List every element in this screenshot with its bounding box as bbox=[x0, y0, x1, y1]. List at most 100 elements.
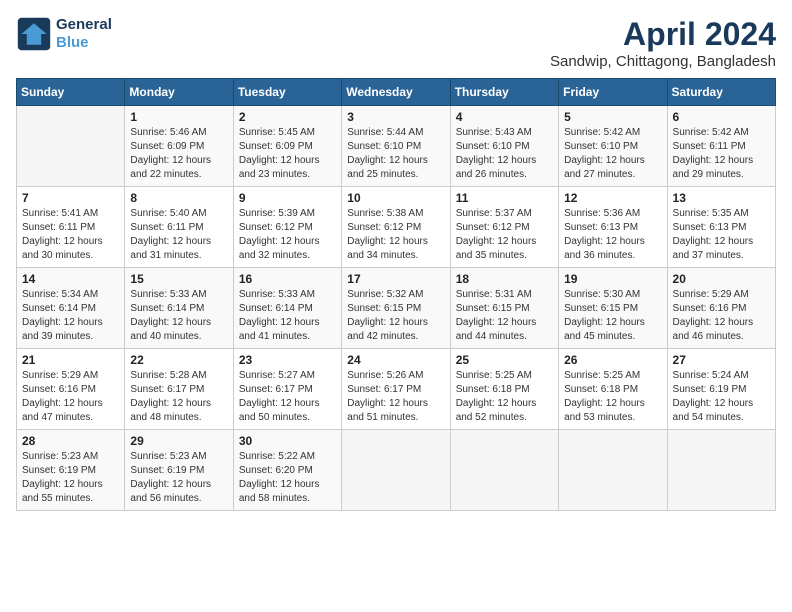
day-number: 11 bbox=[456, 191, 553, 205]
day-info: Sunrise: 5:41 AM Sunset: 6:11 PM Dayligh… bbox=[22, 207, 119, 263]
calendar-day-cell: 22 Sunrise: 5:28 AM Sunset: 6:17 PM Dayli… bbox=[125, 349, 233, 430]
day-info: Sunrise: 5:33 AM Sunset: 6:14 PM Dayligh… bbox=[239, 288, 336, 344]
calendar-table: SundayMondayTuesdayWednesdayThursdayFrid… bbox=[16, 78, 776, 511]
day-info: Sunrise: 5:39 AM Sunset: 6:12 PM Dayligh… bbox=[239, 207, 336, 263]
day-number: 9 bbox=[239, 191, 336, 205]
logo: General Blue bbox=[16, 16, 112, 52]
day-number: 3 bbox=[347, 110, 444, 124]
weekday-header: Friday bbox=[559, 79, 667, 106]
calendar-day-cell: 5Sunrise: 5:42 AM Sunset: 6:10 PM Daylig… bbox=[559, 106, 667, 187]
day-info: Sunrise: 5:40 AM Sunset: 6:11 PM Dayligh… bbox=[130, 207, 227, 263]
calendar-week-row: 14 Sunrise: 5:34 AM Sunset: 6:14 PM Dayli… bbox=[17, 268, 776, 349]
day-info: Sunrise: 5:26 AM Sunset: 6:17 PM Dayligh… bbox=[347, 369, 444, 425]
day-info: Sunrise: 5:29 AM Sunset: 6:16 PM Dayligh… bbox=[22, 369, 119, 425]
day-number: 7 bbox=[22, 191, 119, 205]
calendar-day-cell: 11 Sunrise: 5:37 AM Sunset: 6:12 PM Dayli… bbox=[450, 187, 558, 268]
calendar-week-row: 7 Sunrise: 5:41 AM Sunset: 6:11 PM Daylig… bbox=[17, 187, 776, 268]
day-number: 30 bbox=[239, 434, 336, 448]
calendar-day-cell bbox=[559, 430, 667, 511]
day-number: 12 bbox=[564, 191, 661, 205]
day-info: Sunrise: 5:44 AM Sunset: 6:10 PM Dayligh… bbox=[347, 126, 444, 182]
calendar-day-cell: 24 Sunrise: 5:26 AM Sunset: 6:17 PM Dayli… bbox=[342, 349, 450, 430]
weekday-header: Wednesday bbox=[342, 79, 450, 106]
weekday-header-row: SundayMondayTuesdayWednesdayThursdayFrid… bbox=[17, 79, 776, 106]
day-number: 8 bbox=[130, 191, 227, 205]
weekday-header: Saturday bbox=[667, 79, 775, 106]
day-info: Sunrise: 5:25 AM Sunset: 6:18 PM Dayligh… bbox=[564, 369, 661, 425]
day-info: Sunrise: 5:36 AM Sunset: 6:13 PM Dayligh… bbox=[564, 207, 661, 263]
day-number: 4 bbox=[456, 110, 553, 124]
calendar-day-cell: 3 Sunrise: 5:44 AM Sunset: 6:10 PM Daylig… bbox=[342, 106, 450, 187]
calendar-day-cell: 8 Sunrise: 5:40 AM Sunset: 6:11 PM Daylig… bbox=[125, 187, 233, 268]
day-number: 24 bbox=[347, 353, 444, 367]
calendar-day-cell: 21 Sunrise: 5:29 AM Sunset: 6:16 PM Dayli… bbox=[17, 349, 125, 430]
day-number: 27 bbox=[673, 353, 770, 367]
calendar-day-cell: 15 Sunrise: 5:33 AM Sunset: 6:14 PM Dayli… bbox=[125, 268, 233, 349]
calendar-day-cell bbox=[342, 430, 450, 511]
day-number: 19 bbox=[564, 272, 661, 286]
day-info: Sunrise: 5:22 AM Sunset: 6:20 PM Dayligh… bbox=[239, 450, 336, 506]
calendar-day-cell: 7 Sunrise: 5:41 AM Sunset: 6:11 PM Daylig… bbox=[17, 187, 125, 268]
day-number: 21 bbox=[22, 353, 119, 367]
day-number: 10 bbox=[347, 191, 444, 205]
calendar-day-cell: 29 Sunrise: 5:23 AM Sunset: 6:19 PM Dayli… bbox=[125, 430, 233, 511]
calendar-day-cell: 9 Sunrise: 5:39 AM Sunset: 6:12 PM Daylig… bbox=[233, 187, 341, 268]
calendar-day-cell: 16 Sunrise: 5:33 AM Sunset: 6:14 PM Dayli… bbox=[233, 268, 341, 349]
day-number: 17 bbox=[347, 272, 444, 286]
calendar-day-cell bbox=[667, 430, 775, 511]
calendar-day-cell: 2 Sunrise: 5:45 AM Sunset: 6:09 PM Daylig… bbox=[233, 106, 341, 187]
day-info: Sunrise: 5:34 AM Sunset: 6:14 PM Dayligh… bbox=[22, 288, 119, 344]
day-number: 22 bbox=[130, 353, 227, 367]
day-number: 25 bbox=[456, 353, 553, 367]
calendar-day-cell: 13Sunrise: 5:35 AM Sunset: 6:13 PM Dayli… bbox=[667, 187, 775, 268]
page-header: General Blue April 2024 Sandwip, Chittag… bbox=[16, 16, 776, 70]
day-number: 29 bbox=[130, 434, 227, 448]
calendar-week-row: 28 Sunrise: 5:23 AM Sunset: 6:19 PM Dayli… bbox=[17, 430, 776, 511]
calendar-day-cell bbox=[450, 430, 558, 511]
day-info: Sunrise: 5:29 AM Sunset: 6:16 PM Dayligh… bbox=[673, 288, 770, 344]
day-info: Sunrise: 5:33 AM Sunset: 6:14 PM Dayligh… bbox=[130, 288, 227, 344]
calendar-day-cell: 6 Sunrise: 5:42 AM Sunset: 6:11 PM Daylig… bbox=[667, 106, 775, 187]
day-number: 18 bbox=[456, 272, 553, 286]
calendar-day-cell: 23Sunrise: 5:27 AM Sunset: 6:17 PM Dayli… bbox=[233, 349, 341, 430]
day-info: Sunrise: 5:23 AM Sunset: 6:19 PM Dayligh… bbox=[130, 450, 227, 506]
day-info: Sunrise: 5:42 AM Sunset: 6:10 PM Dayligh… bbox=[564, 126, 661, 182]
day-info: Sunrise: 5:42 AM Sunset: 6:11 PM Dayligh… bbox=[673, 126, 770, 182]
calendar-day-cell: 19 Sunrise: 5:30 AM Sunset: 6:15 PM Dayli… bbox=[559, 268, 667, 349]
day-info: Sunrise: 5:38 AM Sunset: 6:12 PM Dayligh… bbox=[347, 207, 444, 263]
day-info: Sunrise: 5:46 AM Sunset: 6:09 PM Dayligh… bbox=[130, 126, 227, 182]
calendar-day-cell: 4Sunrise: 5:43 AM Sunset: 6:10 PM Daylig… bbox=[450, 106, 558, 187]
day-number: 6 bbox=[673, 110, 770, 124]
day-info: Sunrise: 5:32 AM Sunset: 6:15 PM Dayligh… bbox=[347, 288, 444, 344]
day-number: 2 bbox=[239, 110, 336, 124]
weekday-header: Monday bbox=[125, 79, 233, 106]
calendar-day-cell: 20 Sunrise: 5:29 AM Sunset: 6:16 PM Dayli… bbox=[667, 268, 775, 349]
day-info: Sunrise: 5:30 AM Sunset: 6:15 PM Dayligh… bbox=[564, 288, 661, 344]
month-title: April 2024 bbox=[550, 16, 776, 53]
day-number: 16 bbox=[239, 272, 336, 286]
calendar-day-cell: 26Sunrise: 5:25 AM Sunset: 6:18 PM Dayli… bbox=[559, 349, 667, 430]
day-info: Sunrise: 5:27 AM Sunset: 6:17 PM Dayligh… bbox=[239, 369, 336, 425]
calendar-week-row: 1 Sunrise: 5:46 AM Sunset: 6:09 PM Daylig… bbox=[17, 106, 776, 187]
title-area: April 2024 Sandwip, Chittagong, Banglade… bbox=[550, 16, 776, 70]
day-number: 1 bbox=[130, 110, 227, 124]
calendar-day-cell: 10 Sunrise: 5:38 AM Sunset: 6:12 PM Dayli… bbox=[342, 187, 450, 268]
weekday-header: Sunday bbox=[17, 79, 125, 106]
calendar-day-cell: 17 Sunrise: 5:32 AM Sunset: 6:15 PM Dayli… bbox=[342, 268, 450, 349]
calendar-day-cell: 28Sunrise: 5:23 AM Sunset: 6:19 PM Dayli… bbox=[17, 430, 125, 511]
calendar-day-cell bbox=[17, 106, 125, 187]
day-info: Sunrise: 5:45 AM Sunset: 6:09 PM Dayligh… bbox=[239, 126, 336, 182]
logo-text: General Blue bbox=[56, 16, 112, 52]
day-info: Sunrise: 5:31 AM Sunset: 6:15 PM Dayligh… bbox=[456, 288, 553, 344]
day-number: 14 bbox=[22, 272, 119, 286]
day-info: Sunrise: 5:28 AM Sunset: 6:17 PM Dayligh… bbox=[130, 369, 227, 425]
day-number: 20 bbox=[673, 272, 770, 286]
day-number: 15 bbox=[130, 272, 227, 286]
calendar-day-cell: 12 Sunrise: 5:36 AM Sunset: 6:13 PM Dayli… bbox=[559, 187, 667, 268]
day-number: 28 bbox=[22, 434, 119, 448]
day-info: Sunrise: 5:24 AM Sunset: 6:19 PM Dayligh… bbox=[673, 369, 770, 425]
weekday-header: Thursday bbox=[450, 79, 558, 106]
day-info: Sunrise: 5:37 AM Sunset: 6:12 PM Dayligh… bbox=[456, 207, 553, 263]
calendar-day-cell: 1 Sunrise: 5:46 AM Sunset: 6:09 PM Daylig… bbox=[125, 106, 233, 187]
day-info: Sunrise: 5:25 AM Sunset: 6:18 PM Dayligh… bbox=[456, 369, 553, 425]
